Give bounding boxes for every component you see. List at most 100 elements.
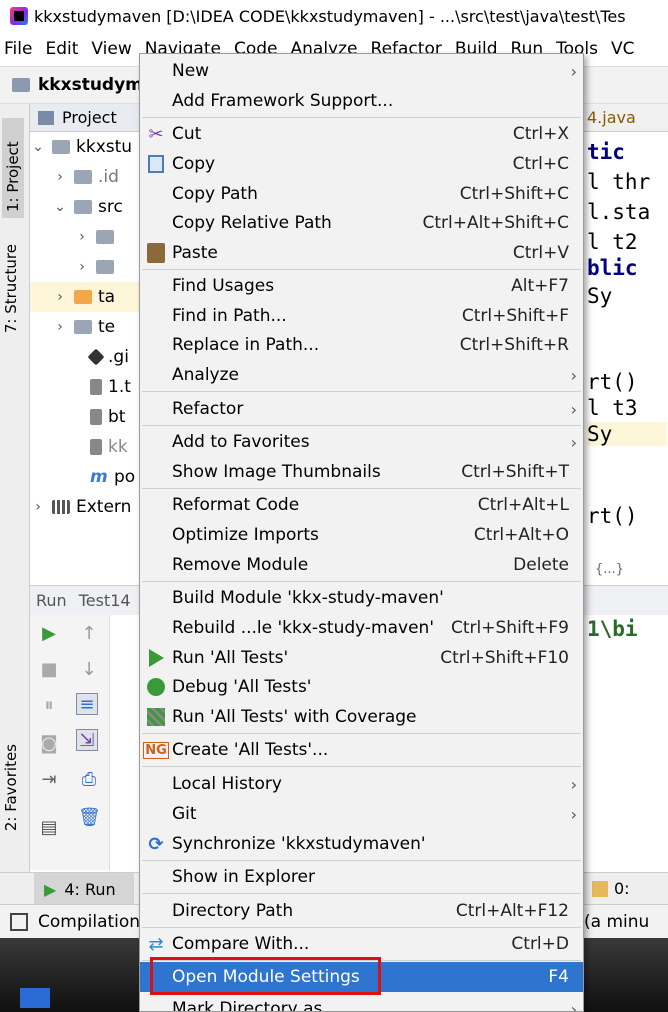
menu-item-label: Show Image Thumbnails — [172, 462, 381, 482]
status-square-icon[interactable] — [10, 912, 28, 931]
tree-row[interactable]: ⌄ src — [30, 192, 140, 222]
menu-item-label: Remove Module — [172, 555, 309, 575]
menu-item-new[interactable]: New › — [140, 56, 583, 86]
menu-item-remove-module[interactable]: Remove Module Delete — [140, 550, 583, 580]
menu-separator — [142, 733, 581, 734]
tree-row[interactable]: › Extern — [30, 492, 140, 522]
menu-view[interactable]: View — [91, 39, 131, 59]
tree-row[interactable]: › — [30, 222, 140, 252]
sort-icon[interactable]: ≡ — [76, 693, 98, 715]
tree-row[interactable]: › .id — [30, 162, 140, 192]
tree-row[interactable]: bt — [30, 402, 140, 432]
chevron-icon[interactable]: › — [52, 289, 68, 305]
tab-structure[interactable]: 7: Structure — [2, 244, 20, 333]
trash-icon[interactable]: 🗑 — [78, 807, 101, 829]
menu-item-label: Compare With... — [172, 934, 310, 954]
menu-item-run-with-coverage[interactable]: Run 'All Tests' with Coverage — [140, 702, 583, 732]
chevron-icon[interactable]: › — [74, 229, 90, 245]
menu-item-show-in-explorer[interactable]: Show in Explorer — [140, 862, 583, 892]
arrow-down-icon[interactable]: ↓ — [78, 659, 100, 681]
menu-item-copy-relative-path[interactable]: Copy Relative Path Ctrl+Alt+Shift+C — [140, 208, 583, 238]
menu-separator — [142, 425, 581, 426]
menu-item-replace-in-path[interactable]: Replace in Path... Ctrl+Shift+R — [140, 330, 583, 360]
menu-item-shortcut: F4 — [548, 967, 569, 987]
menu-vcs[interactable]: VC — [611, 39, 635, 59]
chevron-icon[interactable]: ⌄ — [52, 199, 68, 215]
menu-item-paste[interactable]: Paste Ctrl+V — [140, 238, 583, 268]
menu-item-git[interactable]: Git › — [140, 799, 583, 829]
menu-file[interactable]: File — [4, 39, 32, 59]
menu-item-local-history[interactable]: Local History › — [140, 769, 583, 799]
menu-item-build-module[interactable]: Build Module 'kkx-study-maven' — [140, 583, 583, 613]
menu-item-add-framework-support[interactable]: Add Framework Support... — [140, 86, 583, 116]
run-header-label: Run — [36, 591, 67, 610]
menu-item-synchronize[interactable]: ⟳ Synchronize 'kkxstudymaven' — [140, 829, 583, 859]
menu-item-rebuild-module[interactable]: Rebuild ...le 'kkx-study-maven' Ctrl+Shi… — [140, 613, 583, 643]
breadcrumb-project[interactable]: kkxstudyma — [38, 75, 154, 95]
chevron-icon[interactable]: › — [52, 319, 68, 335]
tree-row[interactable]: kk — [30, 432, 140, 462]
menu-item-find-in-path[interactable]: Find in Path... Ctrl+Shift+F — [140, 301, 583, 331]
tree-row[interactable]: › ta — [30, 282, 140, 312]
tree-row[interactable]: › te — [30, 312, 140, 342]
run-config-label[interactable]: Test14 — [79, 591, 131, 610]
rerun-icon[interactable]: ▶ — [38, 623, 60, 645]
pause-icon[interactable]: ⏸ — [38, 695, 60, 717]
menu-item-add-to-favorites[interactable]: Add to Favorites › — [140, 427, 583, 457]
menu-item-create-all-tests[interactable]: NG Create 'All Tests'... — [140, 735, 583, 765]
menu-item-copy[interactable]: Copy Ctrl+C — [140, 149, 583, 179]
menu-item-compare-with[interactable]: ⇄ Compare With... Ctrl+D — [140, 929, 583, 959]
tree-row[interactable]: › — [30, 252, 140, 282]
tree-row[interactable]: .gi — [30, 342, 140, 372]
word-icon[interactable] — [20, 988, 50, 1008]
menu-item-reformat-code[interactable]: Reformat Code Ctrl+Alt+L — [140, 490, 583, 520]
menu-item-copy-path[interactable]: Copy Path Ctrl+Shift+C — [140, 179, 583, 209]
chevron-icon[interactable]: › — [52, 169, 68, 185]
code-line: rt() — [587, 370, 638, 394]
menu-item-optimize-imports[interactable]: Optimize Imports Ctrl+Alt+O — [140, 520, 583, 550]
menu-item-cut[interactable]: ✂ Cut Ctrl+X — [140, 119, 583, 149]
tab-favorites[interactable]: 2: Favorites — [2, 744, 20, 831]
tab-run[interactable]: ▶ 4: Run — [34, 873, 134, 905]
menu-item-label: Find Usages — [172, 276, 275, 296]
login-icon[interactable]: ⇥ — [38, 769, 60, 791]
sync-icon: ⟳ — [148, 833, 164, 855]
tree-row[interactable]: m po — [30, 462, 140, 492]
menu-item-run-all-tests[interactable]: Run 'All Tests' Ctrl+Shift+F10 — [140, 643, 583, 673]
menu-item-find-usages[interactable]: Find Usages Alt+F7 — [140, 271, 583, 301]
menu-item-refactor[interactable]: Refactor › — [140, 394, 583, 424]
menu-edit[interactable]: Edit — [45, 39, 78, 59]
tree-row[interactable]: ⌄ kkxstu — [30, 132, 140, 162]
menu-item-label: Synchronize 'kkxstudymaven' — [172, 834, 426, 854]
menu-item-label: Directory Path — [172, 901, 294, 921]
chevron-icon[interactable]: › — [74, 259, 90, 275]
menu-item-debug-all-tests[interactable]: Debug 'All Tests' — [140, 672, 583, 702]
tab-project[interactable]: 1: Project — [2, 118, 24, 218]
menu-item-open-module-settings[interactable]: Open Module Settings F4 — [140, 962, 583, 992]
left-tool-strip: 1: Project 7: Structure 2: Favorites ★ — [0, 104, 30, 959]
fold-hint[interactable]: {...} — [595, 562, 624, 577]
stop-icon[interactable]: ■ — [38, 659, 60, 681]
tree-row[interactable]: 1.t — [30, 372, 140, 402]
compare-icon: ⇄ — [148, 933, 164, 955]
arrow-up-icon[interactable]: ↑ — [78, 623, 100, 645]
status-right-text: (a minu — [584, 911, 650, 932]
menu-item-directory-path[interactable]: Directory Path Ctrl+Alt+F12 — [140, 896, 583, 926]
chevron-icon[interactable]: › — [30, 499, 46, 515]
menu-item-analyze[interactable]: Analyze › — [140, 360, 583, 390]
print-icon[interactable]: ⎙ — [78, 769, 100, 791]
menu-item-mark-directory-as[interactable]: Mark Directory as › — [140, 994, 583, 1011]
layout-icon[interactable]: ▤ — [38, 817, 60, 839]
chevron-icon[interactable]: ⌄ — [30, 139, 46, 155]
code-editor[interactable]: 4.java tic l thr l.sta l t2 blic Sy rt()… — [583, 104, 668, 584]
menu-item-show-image-thumbnails[interactable]: Show Image Thumbnails Ctrl+Shift+T — [140, 457, 583, 487]
tab-messages[interactable]: 0: — [592, 879, 630, 898]
editor-tab[interactable]: 4.java — [583, 104, 668, 132]
camera-icon[interactable]: ◙ — [38, 733, 60, 755]
run-output[interactable]: 1\bi — [583, 615, 668, 870]
file-icon — [90, 409, 102, 425]
export-icon[interactable]: ⇲ — [76, 729, 98, 751]
project-panel-title[interactable]: Project — [62, 108, 117, 127]
menu-item-label: Rebuild ...le 'kkx-study-maven' — [172, 618, 434, 638]
tree-label: src — [98, 197, 123, 217]
